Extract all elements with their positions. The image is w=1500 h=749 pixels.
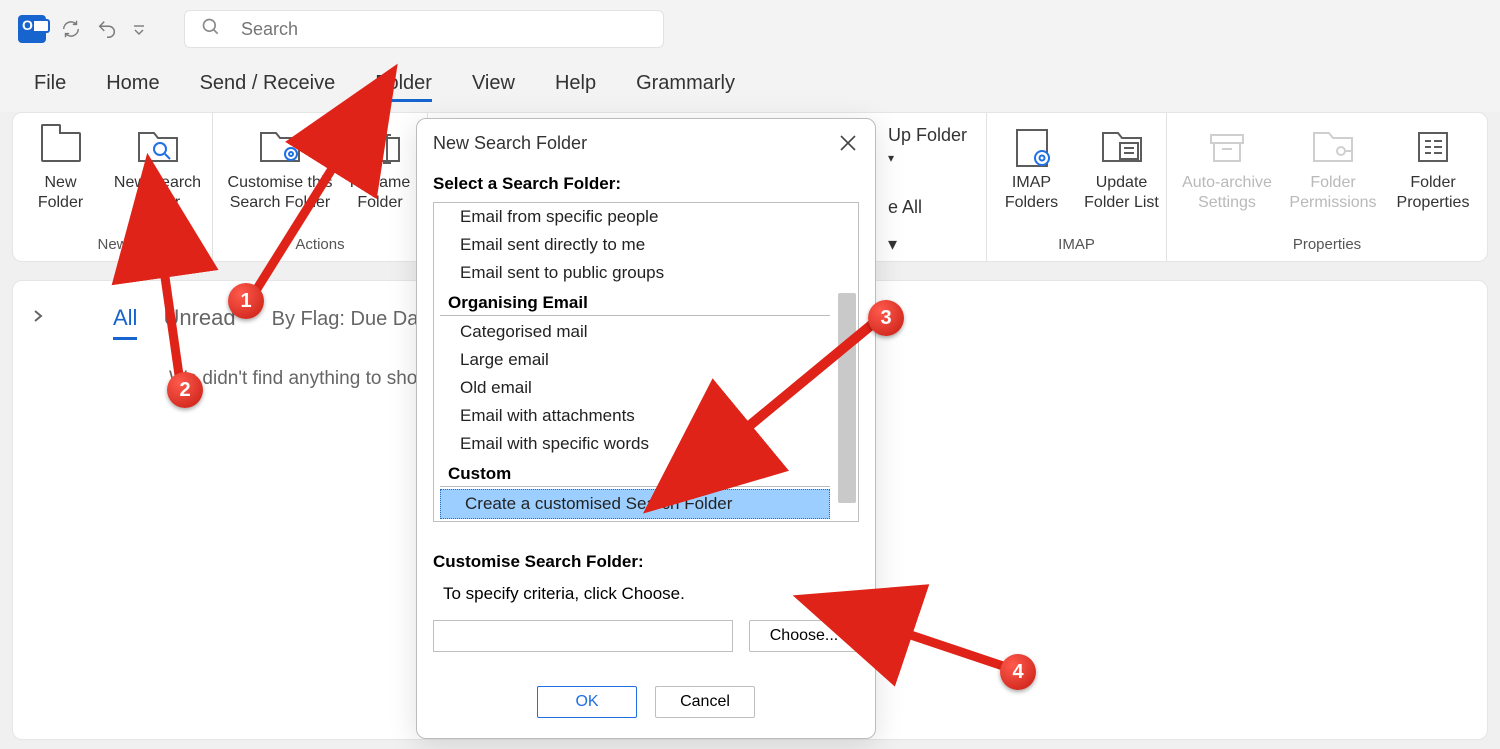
list-item[interactable]: Email sent directly to me (434, 231, 836, 259)
list-item[interactable]: Categorised mail (434, 318, 836, 346)
group-label-actions: Actions (295, 236, 344, 253)
list-item[interactable]: Old email (434, 374, 836, 402)
list-item[interactable]: Email from specific people (434, 203, 836, 231)
new-search-folder-button[interactable]: New Search Folder (106, 119, 210, 236)
search-input[interactable] (241, 19, 647, 40)
archive-icon (1204, 127, 1250, 167)
annotation-badge: 4 (1000, 654, 1036, 690)
new-folder-button[interactable]: New Folder (16, 119, 106, 236)
list-header: Organising Email (440, 289, 830, 316)
update-folder-list-icon (1099, 127, 1145, 167)
scrollbar-thumb[interactable] (838, 293, 856, 503)
search-folder-icon (135, 127, 181, 167)
auto-archive-settings-button: Auto-archive Settings (1173, 119, 1281, 236)
imap-folders-button[interactable]: IMAP Folders (987, 119, 1077, 236)
search-box[interactable] (184, 10, 664, 48)
customise-search-folder-button[interactable]: Customise this Search Folder (220, 119, 340, 236)
close-icon[interactable] (839, 134, 859, 154)
filter-unread[interactable]: Unread (163, 305, 235, 337)
folder-permissions-button: Folder Permissions (1281, 119, 1385, 236)
tab-file[interactable]: File (34, 72, 66, 99)
update-folder-list-button[interactable]: Update Folder List (1077, 119, 1167, 236)
sort-by-label[interactable]: By Flag: Due Date (272, 308, 435, 331)
group-label-properties: Properties (1293, 236, 1361, 253)
cancel-button[interactable]: Cancel (655, 686, 755, 718)
annotation-badge: 3 (868, 300, 904, 336)
list-item[interactable]: Large email (434, 346, 836, 374)
tab-send-receive[interactable]: Send / Receive (200, 72, 336, 99)
permissions-icon (1310, 127, 1356, 167)
title-bar (0, 0, 1500, 58)
new-search-folder-dialog: New Search Folder Select a Search Folder… (416, 118, 876, 739)
clean-up-folder-button[interactable]: Up Folder ▾ (888, 125, 976, 167)
list-item[interactable]: Email sent to public groups (434, 259, 836, 287)
list-item[interactable]: Email with attachments (434, 402, 836, 430)
criteria-input[interactable] (433, 620, 733, 652)
criteria-hint: To specify criteria, click Choose. (433, 580, 859, 612)
group-label-imap: IMAP (1058, 236, 1095, 253)
search-icon (201, 17, 221, 42)
tab-grammarly[interactable]: Grammarly (636, 72, 735, 99)
list-header: Custom (440, 460, 830, 487)
outlook-logo (18, 15, 46, 43)
rename-folder-icon (357, 127, 403, 167)
filter-all[interactable]: All (113, 305, 137, 340)
customise-folder-icon (257, 127, 303, 167)
tab-folder[interactable]: Folder (375, 72, 432, 102)
tab-help[interactable]: Help (555, 72, 596, 99)
list-item[interactable]: Email with specific words (434, 430, 836, 458)
properties-icon (1410, 127, 1456, 167)
imap-folders-icon (1009, 127, 1055, 167)
ok-button[interactable]: OK (537, 686, 637, 718)
tab-home[interactable]: Home (106, 72, 159, 99)
undo-icon[interactable] (96, 18, 118, 40)
group-label-new: New (97, 236, 127, 253)
tab-view[interactable]: View (472, 72, 515, 99)
folder-icon (38, 127, 84, 167)
select-folder-label: Select a Search Folder: (433, 174, 859, 194)
list-item-selected[interactable]: Create a customised Search Folder (440, 489, 830, 519)
rename-folder-button[interactable]: Rename Folder (340, 119, 420, 236)
quickbar-dropdown-icon[interactable] (132, 18, 146, 40)
menu-tabs: File Home Send / Receive Folder View Hel… (0, 58, 1500, 112)
collapse-chevron-icon[interactable] (31, 309, 45, 328)
search-folder-listbox[interactable]: Email from specific people Email sent di… (433, 202, 859, 522)
choose-button[interactable]: Choose... (749, 620, 859, 652)
annotation-badge: 2 (167, 372, 203, 408)
customise-label: Customise Search Folder: (433, 552, 859, 572)
annotation-badge: 1 (228, 283, 264, 319)
dialog-title: New Search Folder (433, 133, 587, 154)
delete-all-button[interactable]: e All (888, 197, 922, 218)
sync-icon[interactable] (60, 18, 82, 40)
folder-properties-button[interactable]: Folder Properties (1385, 119, 1481, 236)
